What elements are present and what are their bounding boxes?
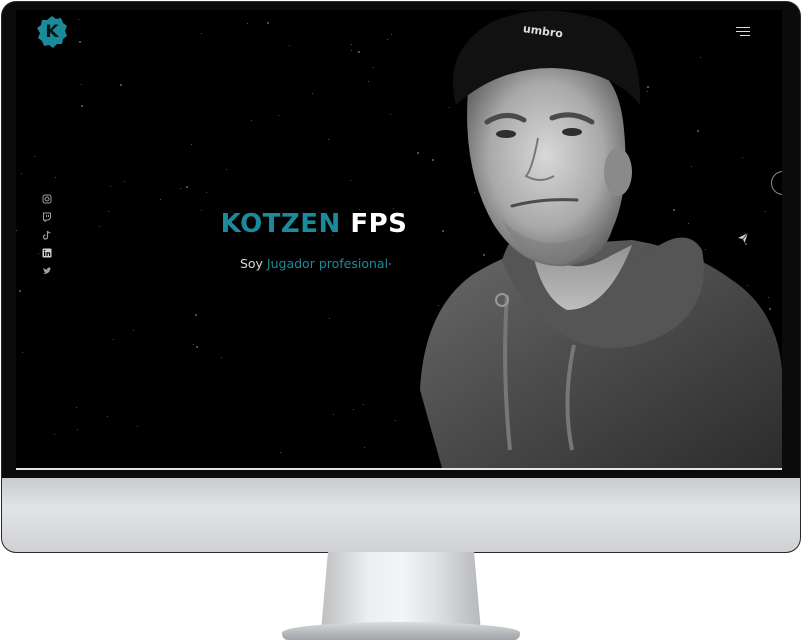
- hero-title-accent: KOTZEN: [220, 209, 341, 239]
- star-dot: [22, 352, 23, 353]
- star-dot: [34, 156, 35, 157]
- monitor-stand-base: [282, 622, 520, 640]
- star-dot: [353, 409, 354, 410]
- star-dot: [113, 339, 114, 340]
- hero-subtitle: Soy Jugador profesional: [16, 256, 612, 271]
- subtitle-role: Jugador profesional: [266, 256, 389, 271]
- star-dot: [38, 253, 39, 254]
- logo-letter: K: [45, 22, 59, 42]
- star-dot: [329, 318, 330, 319]
- star-dot: [358, 51, 360, 53]
- star-dot: [193, 344, 194, 345]
- hero-title-white: FPS: [350, 209, 408, 239]
- star-dot: [186, 186, 188, 188]
- star-dot: [280, 452, 281, 453]
- star-dot: [328, 139, 329, 140]
- star-dot: [195, 314, 197, 316]
- star-dot: [107, 416, 108, 417]
- star-dot: [160, 199, 161, 200]
- star-dot: [350, 180, 351, 181]
- star-dot: [206, 192, 207, 193]
- star-dot: [55, 177, 56, 178]
- star-dot: [368, 81, 369, 82]
- star-dot: [289, 45, 290, 46]
- star-dot: [333, 414, 334, 415]
- star-dot: [81, 84, 82, 85]
- star-dot: [247, 23, 248, 24]
- star-dot: [363, 404, 364, 405]
- instagram-icon[interactable]: [42, 194, 52, 204]
- star-dot: [124, 181, 125, 182]
- star-dot: [21, 173, 22, 174]
- star-dot: [312, 93, 313, 94]
- hero-photo: umbro: [402, 10, 782, 468]
- star-dot: [180, 188, 181, 189]
- site-logo[interactable]: K: [36, 16, 68, 48]
- star-dot: [133, 330, 134, 331]
- star-dot: [267, 22, 269, 24]
- star-dot: [395, 420, 396, 421]
- star-dot: [76, 407, 77, 408]
- star-dot: [351, 50, 352, 51]
- star-dot: [137, 426, 138, 427]
- star-dot: [390, 114, 391, 115]
- star-dot: [120, 84, 122, 86]
- star-dot: [201, 33, 202, 34]
- subtitle-prefix: Soy: [239, 256, 263, 271]
- star-dot: [19, 290, 21, 292]
- star-dot: [196, 346, 198, 348]
- star-dot: [110, 186, 111, 187]
- star-dot: [373, 67, 374, 68]
- send-paper-plane-icon[interactable]: [737, 232, 749, 244]
- star-dot: [77, 429, 78, 430]
- star-dot: [54, 434, 55, 435]
- star-dot: [221, 357, 222, 358]
- hero-title: KOTZEN FPS: [16, 209, 612, 239]
- star-dot: [251, 120, 252, 121]
- star-dot: [81, 105, 83, 107]
- star-dot: [387, 39, 388, 40]
- monitor-chin: [2, 478, 800, 552]
- screen-bottom-line: [16, 468, 782, 470]
- star-dot: [79, 41, 81, 43]
- star-dot: [391, 34, 392, 35]
- hamburger-menu-icon[interactable]: [736, 27, 750, 37]
- star-dot: [226, 169, 227, 170]
- star-dot: [278, 115, 279, 116]
- star-dot: [191, 144, 192, 145]
- star-dot: [364, 447, 365, 448]
- monitor-stand: [321, 552, 481, 628]
- website-screen: umbro K KOTZEN FPS Soy Jugador profesion…: [16, 10, 782, 468]
- star-dot: [351, 44, 352, 45]
- star-dot: [78, 19, 79, 20]
